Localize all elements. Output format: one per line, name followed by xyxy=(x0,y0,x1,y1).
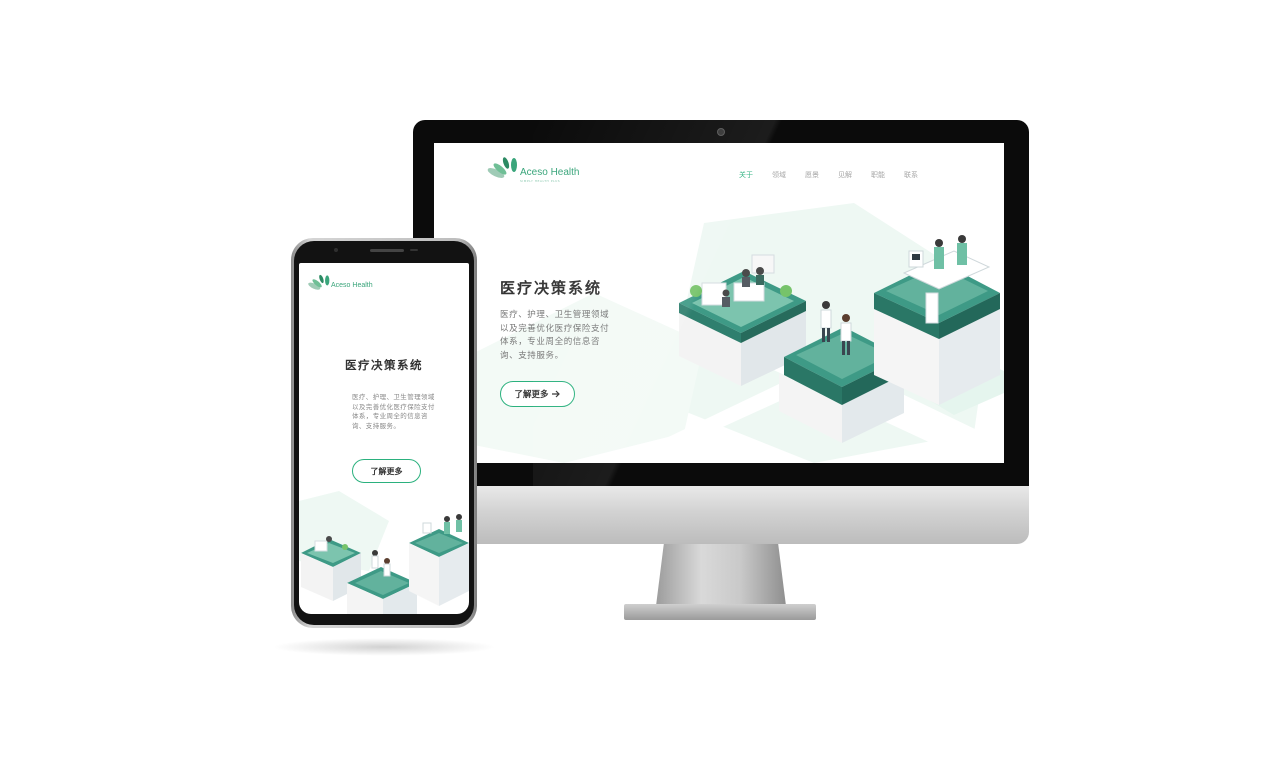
front-camera-icon xyxy=(334,248,338,252)
hero-description: 医疗、护理、卫生管理领域以及完善优化医疗保险支付体系，专业周全的信息咨询、支持服… xyxy=(500,310,610,361)
aceso-health-logo[interactable]: Aceso Health SIMPLY HEALTH PLUS xyxy=(486,155,586,187)
learn-more-label: 了解更多 xyxy=(514,390,549,400)
phone-bezel: Aceso Health 医疗决策系统 医疗、护理、卫生管理领域以及完善优化医疗… xyxy=(294,241,474,625)
leaf-logo-icon xyxy=(308,274,330,290)
monitor-stand-base xyxy=(624,604,816,620)
monitor-stand-neck xyxy=(656,544,786,606)
nav-item-insights[interactable]: 见解 xyxy=(838,170,852,180)
hero-title: 医疗决策系统 xyxy=(500,279,603,297)
learn-more-button-mobile[interactable]: 了解更多 xyxy=(352,459,421,483)
mobile-phone-mockup: Aceso Health 医疗决策系统 医疗、护理、卫生管理领域以及完善优化医疗… xyxy=(291,238,477,628)
nav-item-vision[interactable]: 愿景 xyxy=(805,170,819,180)
aceso-health-logo-mobile[interactable]: Aceso Health xyxy=(307,273,377,295)
learn-more-button[interactable]: 了解更多 xyxy=(500,381,575,407)
mobile-screen: Aceso Health 医疗决策系统 医疗、护理、卫生管理领域以及完善优化医疗… xyxy=(299,263,469,614)
webcam-icon xyxy=(717,128,725,136)
hero-description-mobile: 医疗、护理、卫生管理领域以及完善优化医疗保险支付体系，专业周全的信息咨询、支持服… xyxy=(352,393,435,430)
nav-item-contact[interactable]: 联系 xyxy=(904,170,918,180)
hero-title-mobile: 医疗决策系统 xyxy=(345,358,423,372)
top-navigation: 关于 领域 愿景 见解 职能 联系 xyxy=(739,170,918,180)
desktop-screen: Aceso Health SIMPLY HEALTH PLUS 关于 领域 愿景… xyxy=(434,143,1004,463)
logo-text: Aceso Health xyxy=(520,167,580,178)
desktop-monitor-mockup: Aceso Health SIMPLY HEALTH PLUS 关于 领域 愿景… xyxy=(413,120,1029,544)
arrow-right-icon xyxy=(551,390,560,398)
monitor-chin xyxy=(413,486,1029,544)
leaf-logo-icon xyxy=(487,157,517,178)
phone-shadow xyxy=(272,638,496,656)
nav-item-functions[interactable]: 职能 xyxy=(871,170,885,180)
logo-text: Aceso Health xyxy=(331,282,373,289)
logo-tagline: SIMPLY HEALTH PLUS xyxy=(520,179,561,183)
nav-item-fields[interactable]: 领域 xyxy=(772,170,786,180)
monitor-bezel: Aceso Health SIMPLY HEALTH PLUS 关于 领域 愿景… xyxy=(413,120,1029,488)
speaker-grille xyxy=(370,249,404,252)
learn-more-label: 了解更多 xyxy=(370,466,403,476)
nav-item-about[interactable]: 关于 xyxy=(739,170,753,180)
hospital-isometric-illustration xyxy=(464,203,1004,463)
proximity-sensor xyxy=(410,249,418,251)
hospital-isometric-illustration-mobile xyxy=(299,491,469,614)
